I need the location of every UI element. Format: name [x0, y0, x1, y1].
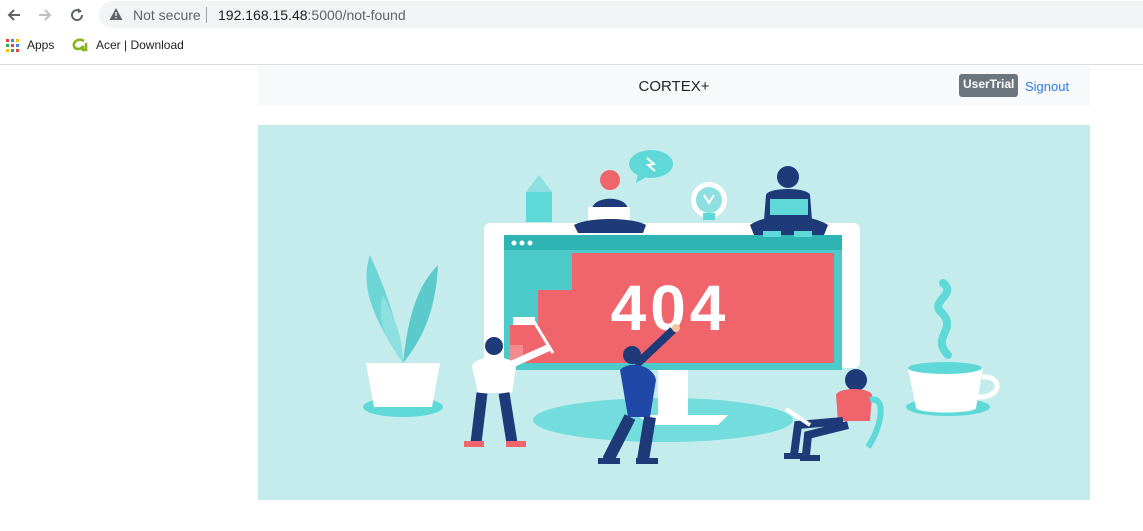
bookmarks-bar: Apps Acer | Download [0, 29, 1143, 65]
speech-bubble-icon [629, 150, 673, 183]
signout-link[interactable]: Signout [1025, 79, 1069, 94]
bookmark-acer[interactable]: Acer | Download [72, 38, 184, 52]
not-found-illustration: 404 [258, 125, 1090, 500]
person-chair-laptop [784, 369, 884, 461]
bookmark-apps[interactable]: Apps [6, 38, 54, 52]
browser-toolbar: Not secure 192.168.15.48:5000/not-found [0, 0, 1143, 29]
url-host: 192.168.15.48 [218, 7, 308, 23]
monitor: 404 [484, 223, 860, 425]
url-text[interactable]: 192.168.15.48:5000/not-found [218, 7, 406, 23]
acer-logo-icon [72, 38, 88, 52]
bookmark-acer-label: Acer | Download [96, 38, 184, 52]
user-badge: UserTrial [959, 74, 1019, 97]
forward-arrow-icon [39, 9, 52, 21]
person-sitting-laptop-left [574, 170, 646, 233]
lightbulb-icon [691, 182, 727, 220]
url-path: :5000/not-found [307, 7, 406, 23]
back-button[interactable] [3, 4, 25, 26]
plant-pot-left [363, 255, 443, 417]
illustration-svg: 404 [363, 150, 1000, 464]
coffee-cup [906, 279, 1000, 416]
bookmark-apps-label: Apps [27, 38, 55, 52]
security-label[interactable]: Not secure [133, 7, 201, 23]
warning-icon [109, 8, 123, 20]
reload-button[interactable] [66, 4, 88, 26]
address-bar[interactable]: Not secure 192.168.15.48:5000/not-found [99, 1, 1143, 28]
forward-button[interactable] [34, 4, 56, 26]
person-sitting-laptop-right [750, 166, 828, 237]
apps-grid-icon [6, 38, 19, 52]
pencil-icon [526, 175, 552, 222]
app-navbar: CORTEX+ UserTrial Signout [258, 66, 1090, 106]
reload-icon [71, 8, 84, 22]
back-arrow-icon [7, 9, 20, 21]
omnibox-divider [206, 7, 207, 23]
